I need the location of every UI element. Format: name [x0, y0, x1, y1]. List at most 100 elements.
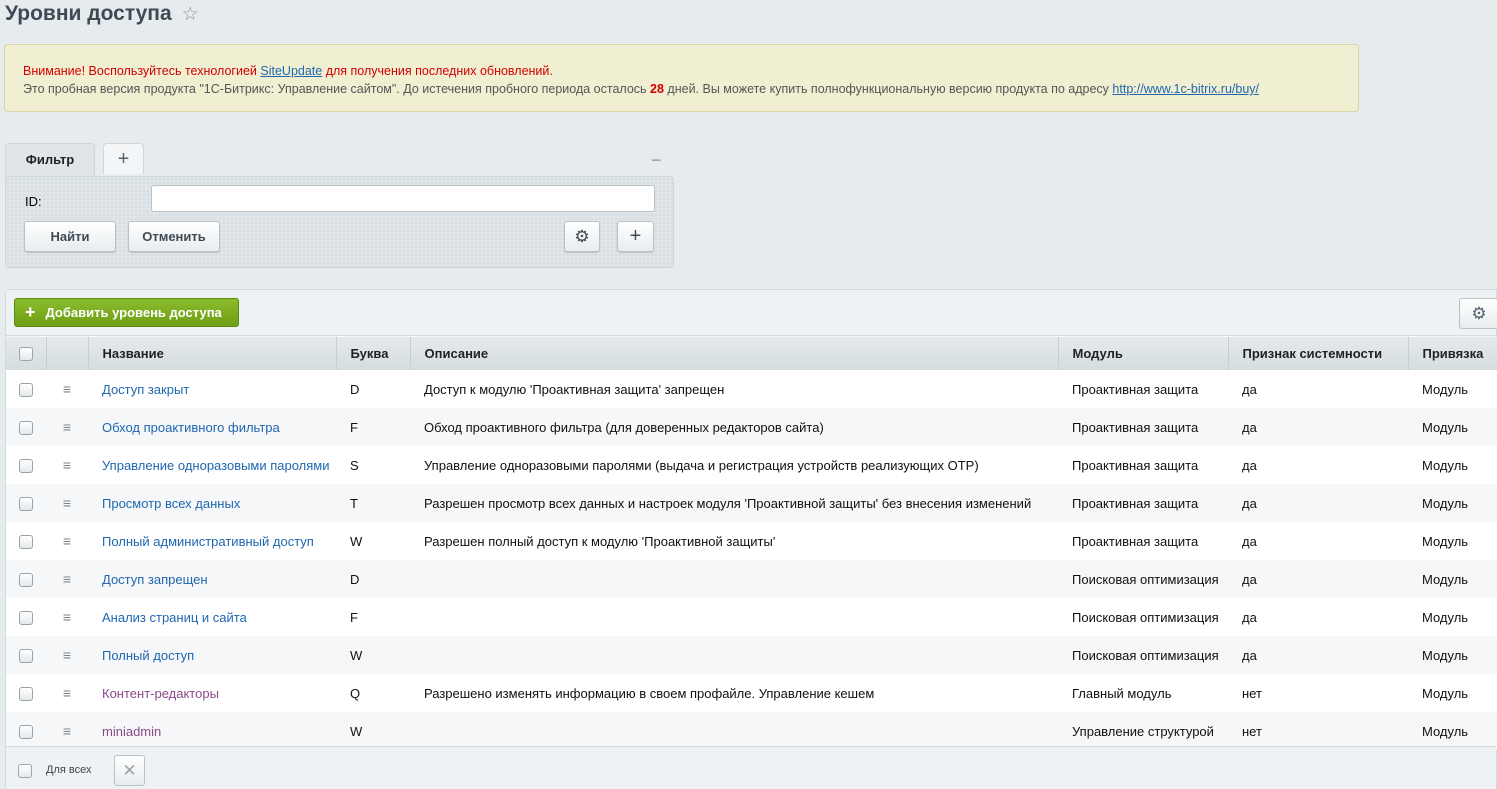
page-title-text: Уровни доступа: [5, 2, 172, 25]
row-description: Управление одноразовыми паролями (выдача…: [424, 457, 979, 473]
warning-prefix: Внимание! Воспользуйтесь технологией: [23, 64, 261, 78]
row-menu-icon[interactable]: ≡: [63, 609, 71, 625]
row-name-link[interactable]: miniadmin: [102, 724, 161, 739]
siteupdate-link[interactable]: SiteUpdate: [260, 64, 322, 78]
row-menu-icon[interactable]: ≡: [63, 647, 71, 663]
buy-link[interactable]: http://www.1c-bitrix.ru/buy/: [1112, 82, 1259, 96]
row-menu-icon[interactable]: ≡: [63, 495, 71, 511]
add-filter-field-button[interactable]: +: [617, 221, 654, 252]
column-header-module[interactable]: Модуль: [1058, 337, 1229, 370]
list-settings-gear-icon[interactable]: ⚙: [1459, 298, 1497, 329]
find-button[interactable]: Найти: [24, 221, 116, 252]
table-row[interactable]: ≡ Анализ страниц и сайта F Поисковая оптими…: [6, 598, 1497, 636]
row-system-flag: да: [1242, 609, 1257, 625]
row-letter: F: [350, 609, 358, 625]
row-name-link[interactable]: Доступ запрещен: [102, 572, 208, 587]
row-letter: Q: [350, 685, 361, 701]
table-row[interactable]: ≡ Просмотр всех данных T Разрешен просмотр …: [6, 484, 1497, 522]
filter-settings-gear-icon[interactable]: ⚙: [564, 221, 600, 252]
row-description: Разрешен полный доступ к модулю 'Проакти…: [424, 533, 776, 549]
table-row[interactable]: ≡ miniadmin W Управление структурой нет Модул…: [6, 712, 1497, 750]
row-name-link[interactable]: Доступ закрыт: [102, 382, 189, 397]
row-checkbox[interactable]: [19, 724, 33, 739]
cancel-button[interactable]: Отменить: [128, 221, 220, 252]
table-row[interactable]: ≡ Полный административный доступ W Разрешен…: [6, 522, 1497, 560]
row-checkbox[interactable]: [19, 496, 33, 511]
star-icon[interactable]: ☆: [182, 3, 199, 26]
row-system-flag: нет: [1242, 723, 1262, 739]
row-description: [410, 560, 1058, 598]
row-description: Доступ к модулю 'Проактивная защита' зап…: [424, 381, 725, 397]
row-name-link[interactable]: Контент-редакторы: [102, 686, 219, 701]
column-header-letter[interactable]: Буква: [336, 337, 411, 370]
row-binding: Модуль: [1422, 723, 1469, 739]
column-header-system-flag[interactable]: Признак системности: [1228, 337, 1409, 370]
row-checkbox[interactable]: [19, 572, 33, 587]
row-name-link[interactable]: Просмотр всех данных: [102, 496, 240, 511]
row-description: [410, 712, 1058, 750]
row-letter: T: [350, 495, 358, 511]
collapse-icon[interactable]: −: [651, 150, 662, 171]
row-menu-icon[interactable]: ≡: [63, 381, 71, 397]
row-name-link[interactable]: Анализ страниц и сайта: [102, 610, 247, 625]
row-description: Разрешено изменять информацию в своем пр…: [424, 685, 875, 701]
tab-filter[interactable]: Фильтр: [5, 143, 95, 177]
table-row[interactable]: ≡ Доступ запрещен D Поисковая оптимизация да…: [6, 560, 1497, 598]
row-name-link[interactable]: Полный доступ: [102, 648, 194, 663]
row-checkbox[interactable]: [19, 648, 33, 663]
row-module: Проактивная защита: [1072, 495, 1199, 511]
row-system-flag: да: [1242, 571, 1257, 587]
table-row[interactable]: ≡ Полный доступ W Поисковая оптимизация да Мо…: [6, 636, 1497, 674]
row-description: Разрешен просмотр всех данных и настроек…: [424, 495, 1032, 511]
row-checkbox[interactable]: [19, 382, 33, 397]
row-module: Поисковая оптимизация: [1072, 609, 1219, 625]
row-menu-icon[interactable]: ≡: [63, 419, 71, 435]
page-title: Уровни доступа ☆: [5, 2, 199, 26]
warning-suffix: для получения последних обновлений.: [322, 64, 553, 78]
id-input[interactable]: [151, 185, 655, 212]
row-checkbox[interactable]: [19, 458, 33, 473]
row-system-flag: нет: [1242, 685, 1262, 701]
row-menu-icon[interactable]: ≡: [63, 571, 71, 587]
add-access-level-button[interactable]: + Добавить уровень доступа: [14, 298, 239, 327]
select-all-checkbox[interactable]: [18, 347, 33, 362]
column-header-description[interactable]: Описание: [410, 337, 1059, 370]
row-description: [410, 636, 1058, 674]
row-checkbox[interactable]: [19, 420, 33, 435]
row-binding: Модуль: [1422, 419, 1469, 435]
add-filter-tab-button[interactable]: +: [103, 143, 144, 174]
row-binding: Модуль: [1422, 495, 1469, 511]
row-description: Обход проактивного фильтра (для доверенн…: [424, 419, 824, 435]
column-header-binding[interactable]: Привязка: [1408, 337, 1497, 370]
row-menu-icon[interactable]: ≡: [63, 723, 71, 739]
row-checkbox[interactable]: [19, 534, 33, 549]
for-all-checkbox[interactable]: [18, 764, 32, 778]
table-row[interactable]: ≡ Управление одноразовыми паролями S Управл…: [6, 446, 1497, 484]
row-module: Проактивная защита: [1072, 419, 1199, 435]
table-row[interactable]: ≡ Контент-редакторы Q Разрешено изменять ин…: [6, 674, 1497, 712]
row-menu-icon[interactable]: ≡: [63, 685, 71, 701]
trial-middle: дней. Вы можете купить полнофункциональн…: [663, 82, 1113, 96]
access-levels-table: Название Буква Описание Модуль Признак с…: [6, 337, 1497, 750]
row-menu-icon[interactable]: ≡: [63, 457, 71, 473]
row-name-link[interactable]: Полный административный доступ: [102, 534, 314, 549]
row-letter: W: [350, 647, 363, 663]
id-label: ID:: [25, 194, 42, 209]
row-module: Поисковая оптимизация: [1072, 647, 1219, 663]
row-name-link[interactable]: Управление одноразовыми паролями: [102, 458, 330, 473]
column-header-name[interactable]: Название: [88, 337, 337, 370]
list-toolbar: + Добавить уровень доступа ⚙: [6, 290, 1497, 336]
table-body: ≡ Доступ закрыт D Доступ к модулю 'Проактив…: [6, 370, 1497, 750]
table-row[interactable]: ≡ Доступ закрыт D Доступ к модулю 'Проактив…: [6, 370, 1497, 408]
row-system-flag: да: [1242, 419, 1257, 435]
row-menu-icon[interactable]: ≡: [63, 533, 71, 549]
row-name-link[interactable]: Обход проактивного фильтра: [102, 420, 280, 435]
row-checkbox[interactable]: [19, 686, 33, 701]
row-system-flag: да: [1242, 533, 1257, 549]
filter-panel: ID: Найти Отменить ⚙ +: [5, 176, 674, 268]
delete-icon[interactable]: ✕: [114, 755, 145, 786]
row-checkbox[interactable]: [19, 610, 33, 625]
table-row[interactable]: ≡ Обход проактивного фильтра F Обход проакт…: [6, 408, 1497, 446]
list-footer: Для всех ✕: [6, 746, 1496, 789]
row-letter: D: [350, 381, 360, 397]
